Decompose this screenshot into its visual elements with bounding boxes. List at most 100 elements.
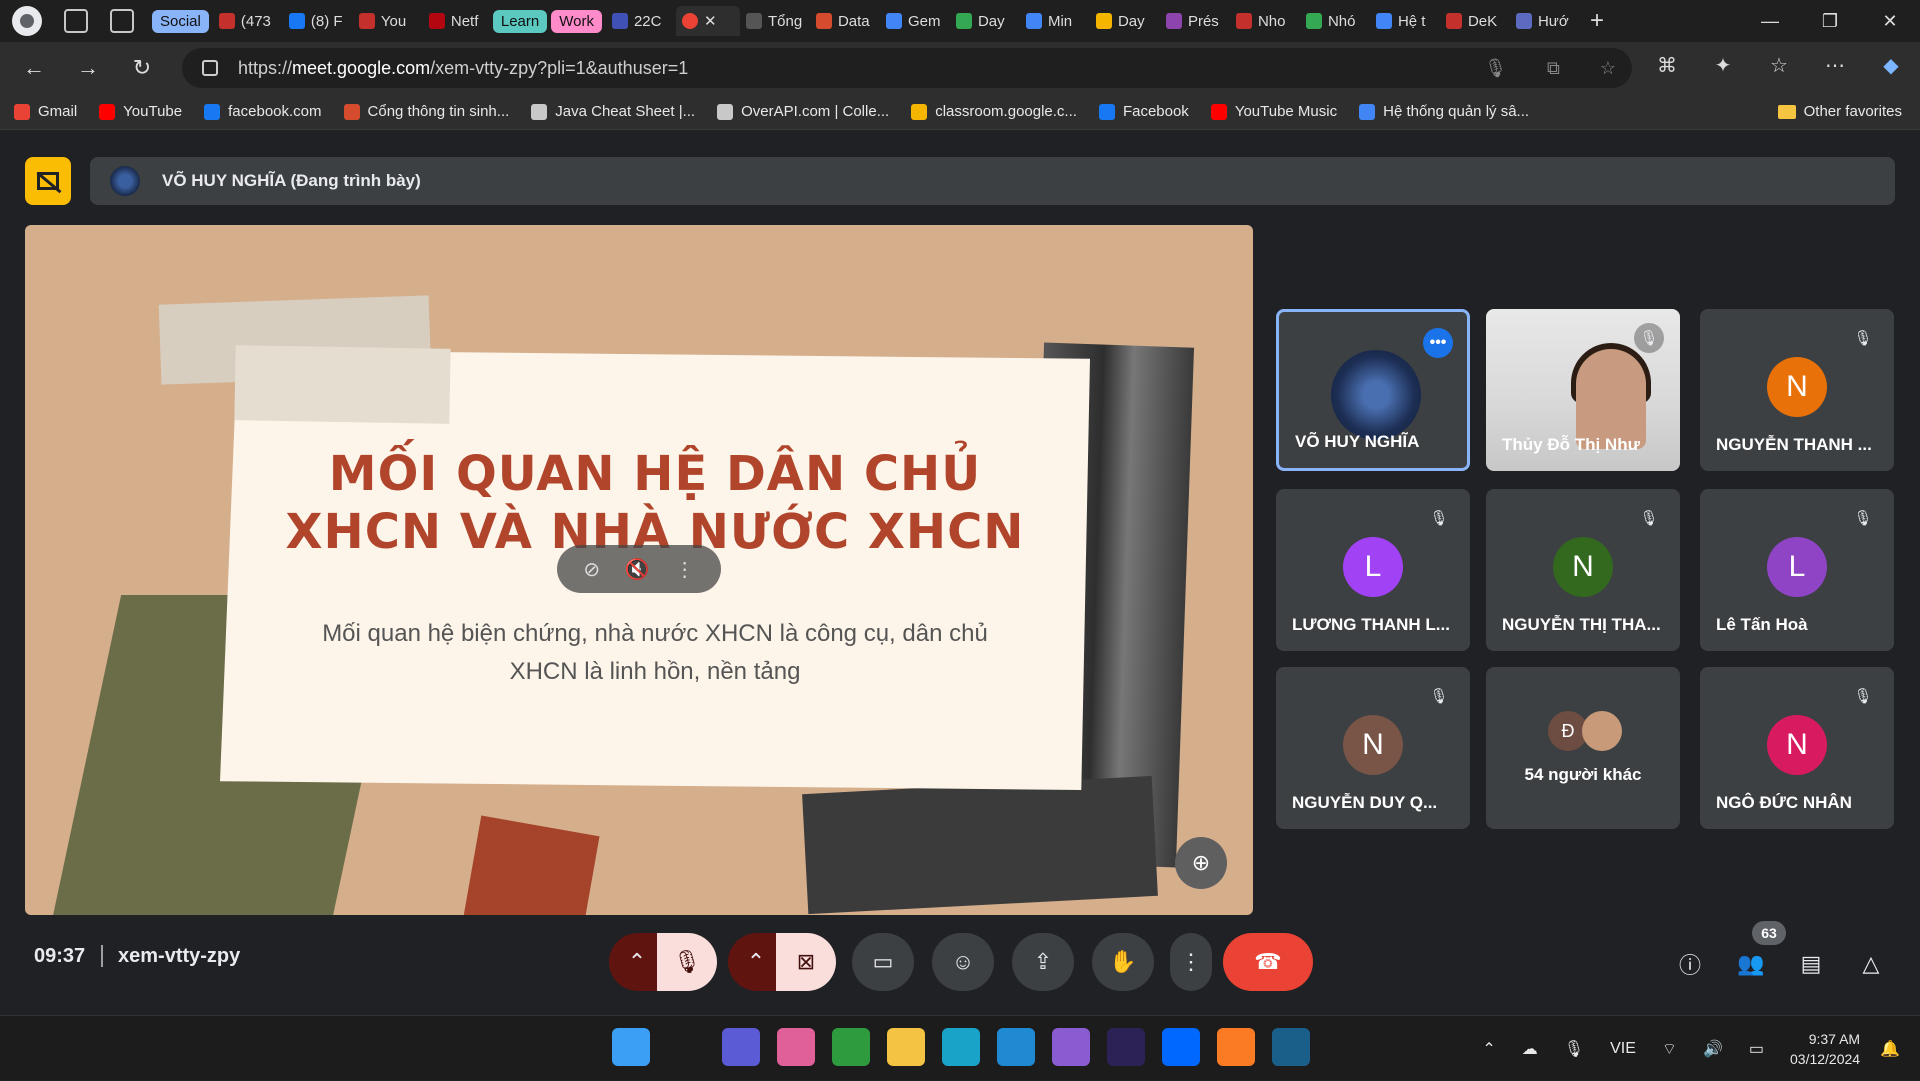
- bookmark-item[interactable]: Java Cheat Sheet |...: [531, 103, 695, 120]
- browser-tab[interactable]: Prés: [1160, 6, 1230, 36]
- notification-bell-icon[interactable]: 🔔: [1880, 1039, 1900, 1059]
- participant-tile[interactable]: N 🎙 NGUYỄN THANH ...: [1700, 309, 1894, 471]
- volume-icon[interactable]: 🔊: [1703, 1039, 1723, 1059]
- browser-tab[interactable]: You: [353, 6, 423, 36]
- app-available-icon[interactable]: ⧉: [1547, 58, 1560, 79]
- cloud-icon[interactable]: ☁: [1522, 1039, 1538, 1059]
- bookmark-item[interactable]: facebook.com: [204, 103, 322, 120]
- visual-studio-icon[interactable]: [1052, 1028, 1090, 1066]
- participant-tile[interactable]: L 🎙 LƯƠNG THANH L...: [1276, 489, 1470, 651]
- browser-tab[interactable]: Hệ t: [1370, 6, 1440, 36]
- new-tab-button[interactable]: +: [1590, 7, 1604, 35]
- tray-microphone-icon[interactable]: 🎙: [1564, 1039, 1584, 1059]
- address-bar[interactable]: https://meet.google.com/xem-vtty-zpy?pli…: [182, 48, 1632, 88]
- app-blue-icon[interactable]: [722, 1028, 760, 1066]
- workspaces-icon[interactable]: [64, 9, 88, 33]
- info-icon[interactable]: ⓘ: [1673, 947, 1707, 981]
- present-button[interactable]: ⇪: [1012, 933, 1074, 991]
- tab-group-work[interactable]: Work: [551, 9, 602, 33]
- tab-group-learn[interactable]: Learn: [492, 9, 548, 33]
- battery-icon[interactable]: ▭: [1749, 1039, 1764, 1059]
- chevron-up-icon[interactable]: ⌃: [1482, 1039, 1495, 1059]
- participant-tile[interactable]: N 🎙 NGÔ ĐỨC NHÂN: [1700, 667, 1894, 829]
- bookmark-item[interactable]: Gmail: [14, 103, 77, 120]
- search-icon[interactable]: [667, 1028, 705, 1066]
- clock-datetime[interactable]: 9:37 AM 03/12/2024: [1790, 1029, 1860, 1069]
- xampp-icon[interactable]: [1217, 1028, 1255, 1066]
- language-indicator[interactable]: VIE: [1610, 1040, 1636, 1058]
- more-options-icon[interactable]: ⋮: [675, 557, 695, 582]
- browser-tab[interactable]: 22C: [606, 6, 676, 36]
- extensions-icon[interactable]: ✦: [1708, 50, 1738, 80]
- pin-off-icon[interactable]: ⊘: [583, 557, 600, 582]
- file-explorer-icon[interactable]: [887, 1028, 925, 1066]
- tab-actions-icon[interactable]: [110, 9, 134, 33]
- participant-tile[interactable]: N 🎙 NGUYỄN THỊ THA...: [1486, 489, 1680, 651]
- browser-tab[interactable]: Min: [1020, 6, 1090, 36]
- bookmark-item[interactable]: OverAPI.com | Colle...: [717, 103, 889, 120]
- participant-tile[interactable]: Đ 54 người khác: [1486, 667, 1680, 829]
- people-icon[interactable]: 👥: [1734, 947, 1768, 981]
- more-options-icon[interactable]: •••: [1423, 328, 1453, 358]
- zoom-icon[interactable]: ⊕: [1175, 837, 1227, 889]
- reload-button[interactable]: ↻: [122, 48, 162, 88]
- bookmark-item[interactable]: YouTube: [99, 103, 182, 120]
- activities-icon[interactable]: △: [1854, 947, 1888, 981]
- bookmark-item[interactable]: Hệ thống quản lý sâ...: [1359, 103, 1529, 120]
- bookmark-item[interactable]: Facebook: [1098, 103, 1189, 120]
- participant-tile[interactable]: N 🎙 NGUYỄN DUY Q...: [1276, 667, 1470, 829]
- browser-tab[interactable]: Day: [950, 6, 1020, 36]
- close-tab-icon[interactable]: ✕: [704, 12, 717, 30]
- camera-off-button[interactable]: ⊠: [776, 933, 836, 991]
- browser-tab[interactable]: Gem: [880, 6, 950, 36]
- eclipse-icon[interactable]: [1107, 1028, 1145, 1066]
- bookmark-item[interactable]: Cổng thông tin sinh...: [343, 103, 509, 120]
- participant-tile[interactable]: L 🎙 Lê Tấn Hoà: [1700, 489, 1894, 651]
- browser-tab[interactable]: Netf: [423, 6, 493, 36]
- browser-tab[interactable]: (8) F: [283, 6, 353, 36]
- captions-button[interactable]: ▭: [852, 933, 914, 991]
- chat-icon[interactable]: ▤: [1794, 947, 1828, 981]
- copilot-icon[interactable]: ◆: [1876, 50, 1906, 80]
- close-window-button[interactable]: ✕: [1860, 0, 1920, 42]
- other-favorites[interactable]: Other favorites: [1777, 103, 1902, 120]
- leave-call-button[interactable]: ☎: [1223, 933, 1313, 991]
- tab-group-social[interactable]: Social: [152, 9, 209, 33]
- browser-tab[interactable]: Nho: [1230, 6, 1300, 36]
- microphone-off-button[interactable]: 🎙: [657, 933, 717, 991]
- translate-icon[interactable]: ⌘: [1652, 50, 1682, 80]
- browser-tab[interactable]: Data: [810, 6, 880, 36]
- emoji-button[interactable]: ☺: [932, 933, 994, 991]
- restore-button[interactable]: ❐: [1800, 0, 1860, 42]
- participant-tile[interactable]: 🎙 Thủy Đỗ Thị Như: [1486, 309, 1680, 471]
- browser-tab[interactable]: Day: [1090, 6, 1160, 36]
- browser-tab[interactable]: Tổng: [740, 6, 810, 36]
- participant-tile[interactable]: ••• VÕ HUY NGHĨA: [1276, 309, 1470, 471]
- url-text[interactable]: https://meet.google.com/xem-vtty-zpy?pli…: [238, 58, 688, 79]
- active-tab[interactable]: ✕: [675, 6, 740, 36]
- mute-audio-icon[interactable]: 🔇: [625, 557, 650, 582]
- browser-tab[interactable]: Hướ: [1510, 6, 1580, 36]
- more-menu-icon[interactable]: ⋯: [1820, 50, 1850, 80]
- favorite-star-icon[interactable]: ☆: [1600, 58, 1616, 79]
- browser-tab[interactable]: Nhó: [1300, 6, 1370, 36]
- browser-tab[interactable]: DeK: [1440, 6, 1510, 36]
- mysql-icon[interactable]: [1272, 1028, 1310, 1066]
- more-options-button[interactable]: ⋮: [1170, 933, 1212, 991]
- forward-button[interactable]: →: [68, 48, 108, 88]
- edge-icon[interactable]: [942, 1028, 980, 1066]
- site-info-icon[interactable]: [202, 60, 218, 76]
- xbox-icon[interactable]: [832, 1028, 870, 1066]
- bookmark-item[interactable]: YouTube Music: [1210, 103, 1337, 120]
- favorites-icon[interactable]: ☆: [1764, 50, 1794, 80]
- back-button[interactable]: ←: [14, 48, 54, 88]
- copilot-icon[interactable]: [777, 1028, 815, 1066]
- wifi-icon[interactable]: ⌔: [1662, 1039, 1677, 1059]
- microphone-icon[interactable]: 🎙: [1484, 58, 1507, 79]
- browser-tab[interactable]: (473: [213, 6, 283, 36]
- bookmark-item[interactable]: classroom.google.c...: [911, 103, 1077, 120]
- raise-hand-button[interactable]: ✋: [1092, 933, 1154, 991]
- minimize-button[interactable]: —: [1740, 0, 1800, 42]
- vscode-icon[interactable]: [997, 1028, 1035, 1066]
- stop-presenting-icon[interactable]: [25, 157, 71, 205]
